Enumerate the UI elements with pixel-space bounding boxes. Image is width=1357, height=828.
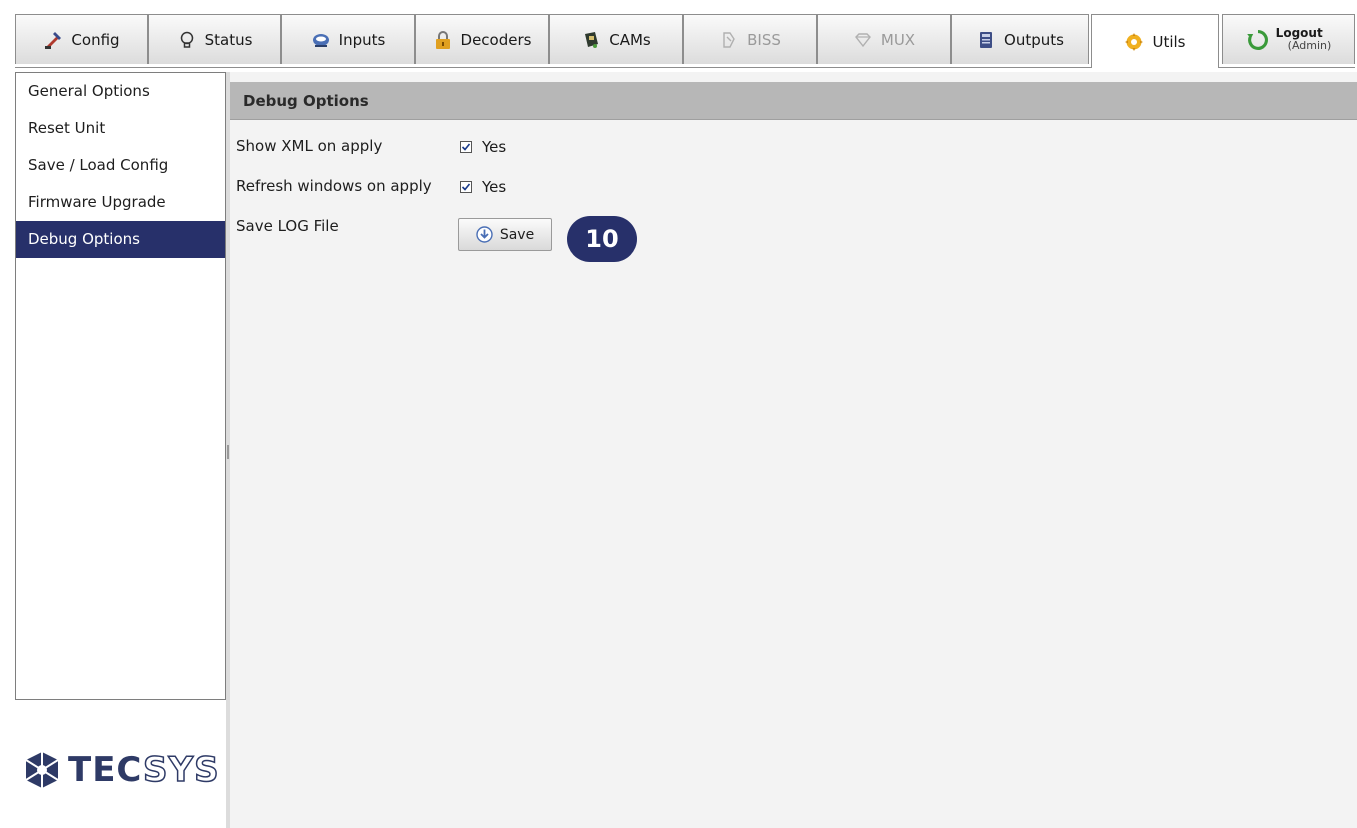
logo-text-sys: SYS	[142, 749, 220, 791]
save-log-label: Save LOG File	[236, 217, 339, 235]
logo-area: TECSYS	[15, 700, 226, 828]
config-icon	[43, 30, 63, 50]
show-xml-value: Yes	[482, 138, 507, 156]
main-tab-bar: Config Status Inputs Decoders CAMs BISS	[15, 14, 1355, 68]
tecsys-logo-icon	[25, 752, 59, 788]
checkbox-box[interactable]	[460, 141, 472, 153]
refresh-windows-value: Yes	[482, 178, 507, 196]
tecsys-logo: TECSYS	[20, 748, 220, 792]
tab-config[interactable]: Config	[15, 14, 148, 64]
sidebar-item-debug-options[interactable]: Debug Options	[16, 221, 225, 258]
inputs-icon	[311, 30, 331, 50]
sidebar-item-save-load-config[interactable]: Save / Load Config	[16, 147, 225, 184]
gem-icon	[853, 30, 873, 50]
sidebar-item-reset-unit[interactable]: Reset Unit	[16, 110, 225, 147]
tab-outputs[interactable]: Outputs	[951, 14, 1089, 64]
tab-label: Config	[71, 30, 120, 49]
main-content: Debug Options Show XML on apply Yes Refr…	[230, 72, 1357, 828]
refresh-windows-checkbox[interactable]: Yes	[460, 178, 506, 196]
tab-cams[interactable]: CAMs	[549, 14, 683, 64]
lightbulb-icon	[177, 30, 197, 50]
tab-label: Outputs	[1004, 30, 1064, 49]
cam-icon	[581, 30, 601, 50]
sidebar: General Options Reset Unit Save / Load C…	[15, 72, 226, 700]
tab-utils[interactable]: Utils	[1091, 14, 1219, 68]
lock-icon	[433, 30, 453, 50]
logout-button[interactable]: Logout (Admin)	[1222, 14, 1355, 64]
save-button-label: Save	[499, 226, 535, 243]
tab-label: Utils	[1152, 32, 1186, 51]
checkmark-icon	[461, 183, 471, 191]
biss-icon	[719, 30, 739, 50]
logout-user: (Admin)	[1287, 39, 1332, 53]
refresh-windows-label: Refresh windows on apply	[236, 177, 432, 195]
tab-biss[interactable]: BISS	[683, 14, 817, 64]
tab-mux[interactable]: MUX	[817, 14, 951, 64]
show-xml-checkbox[interactable]: Yes	[460, 138, 506, 156]
checkbox-box[interactable]	[460, 181, 472, 193]
sidebar-item-general-options[interactable]: General Options	[16, 73, 225, 110]
section-title: Debug Options	[230, 82, 1357, 120]
logout-text: Logout (Admin)	[1276, 27, 1332, 51]
logout-icon	[1246, 28, 1270, 52]
save-log-button[interactable]: Save	[458, 218, 552, 251]
checkmark-icon	[461, 143, 471, 151]
tab-label: Status	[204, 30, 253, 49]
tab-label: Decoders	[460, 30, 532, 49]
tab-label: BISS	[747, 30, 781, 49]
tab-label: CAMs	[609, 30, 651, 49]
sidebar-item-firmware-upgrade[interactable]: Firmware Upgrade	[16, 184, 225, 221]
utils-gear-icon	[1124, 32, 1144, 52]
download-icon	[476, 226, 493, 243]
callout-badge: 10	[567, 216, 637, 262]
tab-label: MUX	[880, 30, 916, 49]
show-xml-label: Show XML on apply	[236, 137, 383, 155]
tab-status[interactable]: Status	[148, 14, 281, 64]
splitter-grip[interactable]	[227, 445, 229, 459]
tab-decoders[interactable]: Decoders	[415, 14, 549, 64]
tab-inputs[interactable]: Inputs	[281, 14, 415, 64]
tab-label: Inputs	[338, 30, 386, 49]
logo-text-tec: TEC	[68, 750, 144, 790]
outputs-icon	[976, 30, 996, 50]
